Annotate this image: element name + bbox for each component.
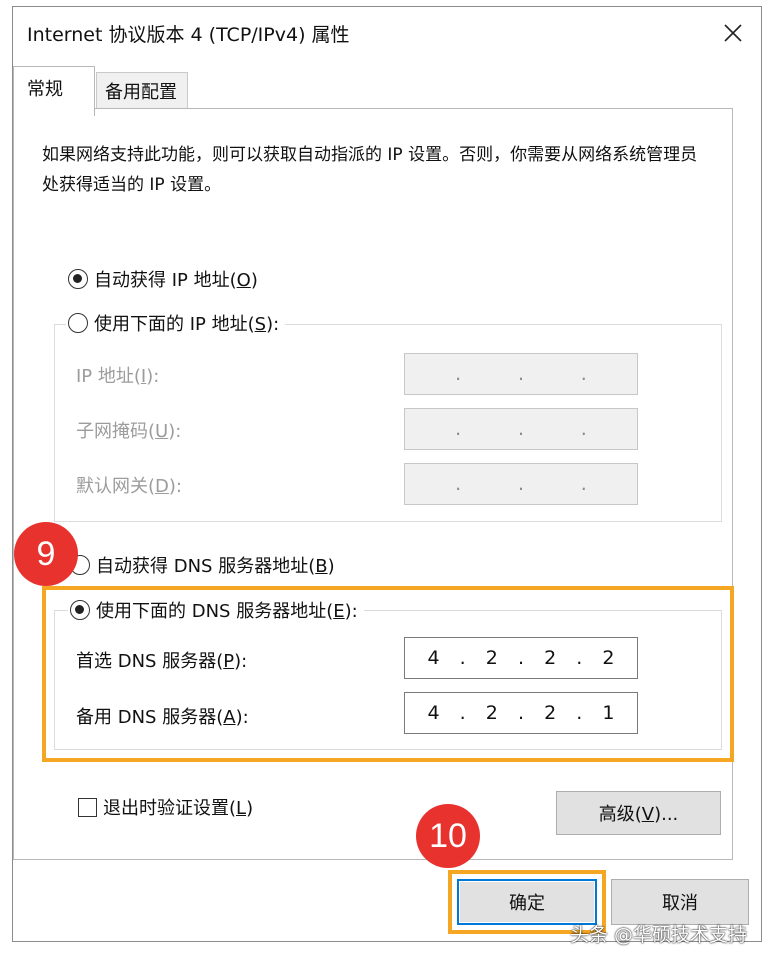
step-9-badge: 9 [14, 522, 78, 586]
cancel-button[interactable]: 取消 [611, 879, 749, 925]
button-label: 高级(V)... [598, 804, 679, 825]
tab-label: 备用配置 [105, 82, 177, 103]
window-title: Internet 协议版本 4 (TCP/IPv4) 属性 [27, 24, 350, 46]
title-bar: Internet 协议版本 4 (TCP/IPv4) 属性 [13, 7, 761, 59]
advanced-button[interactable]: 高级(V)... [556, 791, 721, 835]
ip-address-field[interactable]: . . . [404, 353, 638, 395]
ip-octet: 1 [602, 702, 615, 724]
checkbox-box[interactable] [78, 797, 97, 817]
ip-octet: 2 [485, 702, 498, 724]
ip-octet: 4 [427, 647, 440, 669]
preferred-dns-field[interactable]: 4. 2. 2. 2 [404, 637, 638, 679]
ip-octet: 2 [485, 647, 498, 669]
radio-circle[interactable] [68, 313, 88, 333]
tab-general[interactable]: 常规 [13, 66, 95, 116]
default-gateway-field[interactable]: . . . [404, 463, 638, 505]
ok-button[interactable]: 确定 [457, 879, 597, 925]
watermark-text: 头条 @华硕技术支持 [570, 924, 748, 946]
tab-alternate-config[interactable]: 备用配置 [96, 72, 188, 109]
checkbox-label: 退出时验证设置(L) [103, 798, 254, 819]
manual-dns-radio[interactable]: 使用下面的 DNS 服务器地址(E): [68, 597, 364, 623]
description-text: 如果网络支持此功能，则可以获取自动指派的 IP 设置。否则，你需要从网络系统管理… [42, 145, 698, 195]
ip-address-label: IP 地址(I): [76, 366, 160, 387]
ip-octet: 4 [427, 702, 440, 724]
auto-ip-radio[interactable]: 自动获得 IP 地址(O) [68, 266, 258, 292]
ip-octet: 2 [544, 702, 557, 724]
radio-circle[interactable] [68, 269, 88, 289]
radio-label: 自动获得 DNS 服务器地址(B) [96, 556, 335, 577]
default-gateway-label: 默认网关(D): [76, 476, 182, 497]
validate-on-exit-checkbox[interactable]: 退出时验证设置(L) [78, 794, 253, 820]
tab-label: 常规 [27, 79, 63, 100]
alternate-dns-label: 备用 DNS 服务器(A): [76, 707, 249, 728]
alternate-dns-field[interactable]: 4. 2. 2. 1 [404, 692, 638, 734]
auto-dns-radio[interactable]: 自动获得 DNS 服务器地址(B) [70, 552, 335, 578]
close-icon[interactable] [715, 15, 751, 51]
radio-circle[interactable] [70, 600, 90, 620]
radio-label: 使用下面的 IP 地址(S): [94, 314, 280, 335]
subnet-mask-field[interactable]: . . . [404, 408, 638, 450]
ip-octet: 2 [602, 647, 615, 669]
step-10-badge: 10 [416, 804, 480, 868]
ip-octet: 2 [544, 647, 557, 669]
radio-label: 自动获得 IP 地址(O) [94, 270, 258, 291]
subnet-mask-label: 子网掩码(U): [76, 421, 182, 442]
manual-ip-radio[interactable]: 使用下面的 IP 地址(S): [66, 310, 286, 336]
preferred-dns-label: 首选 DNS 服务器(P): [76, 651, 248, 672]
radio-label: 使用下面的 DNS 服务器地址(E): [96, 601, 358, 622]
